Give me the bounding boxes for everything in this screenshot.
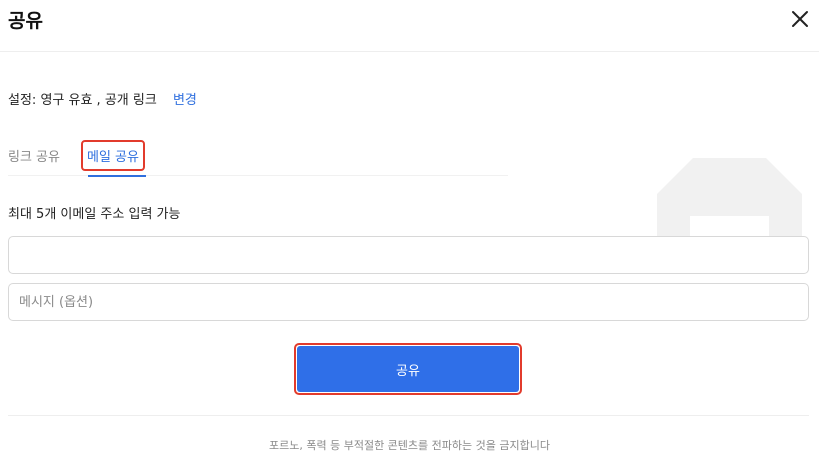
footer-divider	[8, 415, 809, 416]
change-settings-link[interactable]: 변경	[173, 93, 197, 108]
dialog-header: 공유	[0, 0, 819, 52]
close-icon	[792, 11, 808, 27]
email-limit-label: 최대 5개 이메일 주소 입력 가능	[8, 207, 181, 222]
dialog-title: 공유	[8, 10, 43, 32]
share-button[interactable]: 공유	[294, 343, 522, 395]
email-input[interactable]	[8, 236, 809, 274]
settings-label: 설정:	[8, 93, 37, 108]
share-dialog: 공유 설정: 영구 유효 , 공개 링크 변경 링크 공유 메일 공유 최대 5…	[0, 0, 819, 461]
tab-mail-share[interactable]: 메일 공유	[81, 140, 145, 171]
share-tabs: 링크 공유 메일 공유	[8, 140, 508, 177]
settings-value: 영구 유효 , 공개 링크	[40, 93, 157, 108]
settings-row: 설정: 영구 유효 , 공개 링크 변경	[8, 89, 197, 108]
content-policy-note: 포르노, 폭력 등 부적절한 콘텐츠를 전파하는 것을 금지합니다	[269, 439, 550, 452]
active-tab-indicator	[88, 175, 146, 177]
close-button[interactable]	[789, 8, 811, 30]
tab-link-share[interactable]: 링크 공유	[8, 146, 60, 165]
message-input[interactable]	[8, 283, 809, 321]
share-button-label: 공유	[297, 346, 519, 392]
